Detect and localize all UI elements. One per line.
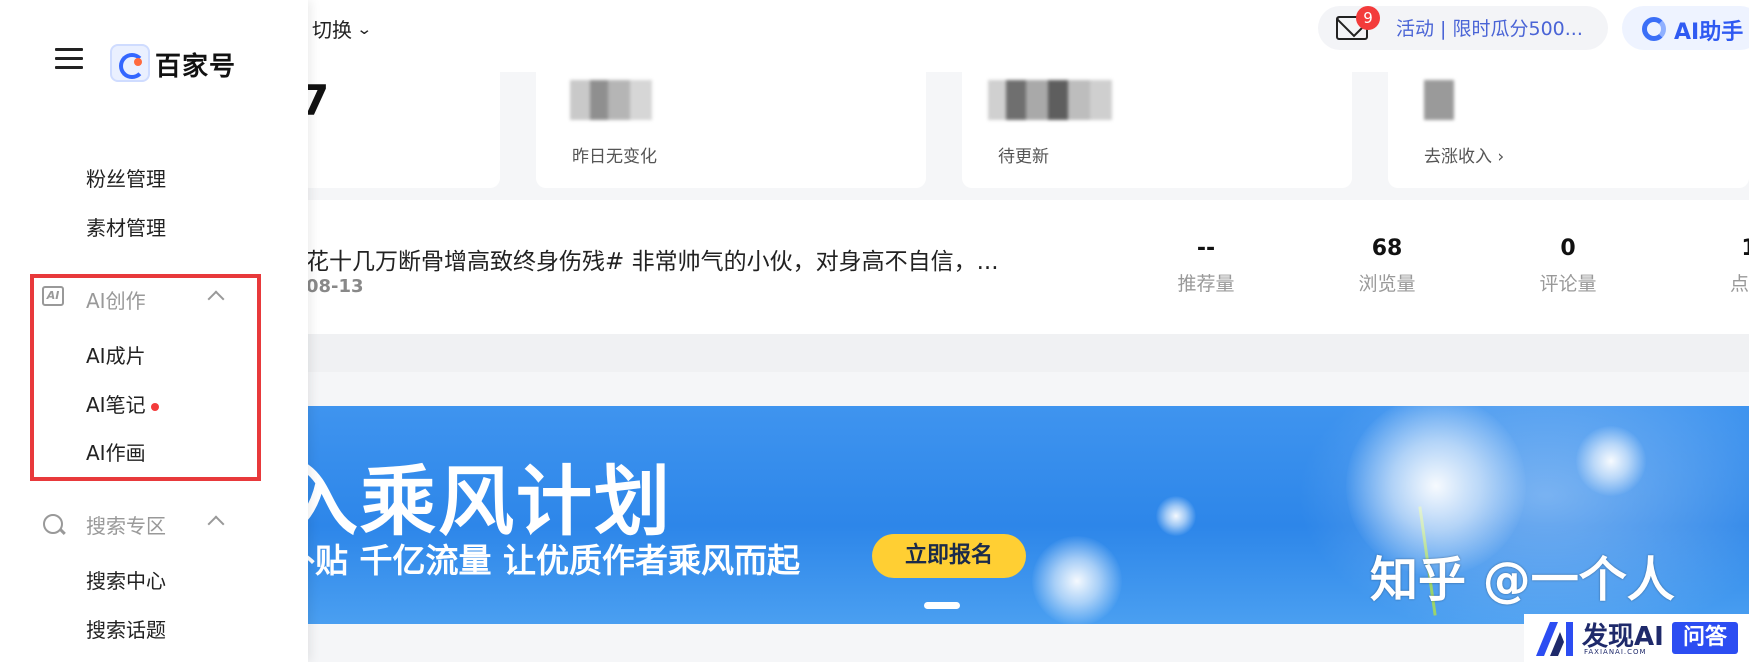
sidebar-item-fans[interactable]: 粉丝管理 <box>86 163 166 192</box>
stat-card-2: 昨日无变化 <box>536 72 926 188</box>
faxian-ai-logo-icon <box>1536 622 1573 656</box>
annotation-highlight-box <box>30 274 261 481</box>
metric-label: 推荐量 <box>1177 273 1235 295</box>
signup-button[interactable]: 立即报名 <box>872 534 1026 578</box>
article-date: 08-13 <box>306 276 364 297</box>
metric-label: 浏览量 <box>1358 273 1416 295</box>
metric-value: -- <box>1196 236 1216 261</box>
message-activity-pill[interactable]: 9 活动 | 限时瓜分500... <box>1318 6 1608 50</box>
logo-subtext: FAXIANAI.COM <box>1584 648 1647 656</box>
banner-subtitle: 补贴 千亿流量 让优质作者乘风而起 <box>282 541 800 580</box>
ai-assistant-button[interactable]: AI助手 <box>1622 6 1749 50</box>
ai-assistant-icon <box>1642 17 1666 41</box>
sidebar-group-search[interactable]: 搜索专区 <box>86 510 166 539</box>
blurred-value <box>570 80 652 120</box>
activity-link[interactable]: 活动 | 限时瓜分500... <box>1396 14 1583 41</box>
chevron-up-icon[interactable] <box>207 515 225 533</box>
stat-card-3: 待更新 <box>962 72 1352 188</box>
brand-name[interactable]: 百家号 <box>155 46 236 83</box>
notification-badge: 9 <box>1356 6 1380 30</box>
metric-label: 评论量 <box>1539 273 1597 295</box>
stat-card-1: 7 <box>300 72 500 188</box>
metric-comments: 0 评论量 <box>1508 236 1628 296</box>
stat-card-4: 去涨收入 › <box>1388 72 1749 188</box>
article-title[interactable]: 花十几万断骨增高致终身伤残# 非常帅气的小伙，对身高不自信，... <box>306 242 999 276</box>
metric-value: 0 <box>1560 236 1576 261</box>
stat-label: 昨日无变化 <box>572 147 657 167</box>
article-row[interactable]: 花十几万断骨增高致终身伤残# 非常帅气的小伙，对身高不自信，... 08-13 … <box>276 200 1749 334</box>
account-switch[interactable]: 切换 ⌄ <box>312 14 373 43</box>
sidebar-item-materials[interactable]: 素材管理 <box>86 212 166 241</box>
baijiahao-logo-icon[interactable] <box>110 44 150 82</box>
logo-qa-badge: 问答 <box>1672 622 1738 654</box>
metric-value: 1 <box>1689 236 1749 261</box>
sidebar-item-search-center[interactable]: 搜索中心 <box>86 565 166 594</box>
blurred-value <box>988 80 1112 120</box>
metric-value: 68 <box>1371 236 1403 261</box>
switch-label: 切换 <box>312 18 352 42</box>
metric-recommend: -- 推荐量 <box>1146 236 1266 296</box>
search-icon <box>43 514 63 534</box>
ai-assistant-label: AI助手 <box>1674 20 1744 45</box>
stat-label: 待更新 <box>998 147 1049 167</box>
divider-band <box>276 334 1749 372</box>
sidebar: 百家号 粉丝管理 素材管理 AI AI创作 AI成片 AI笔记 AI作画 搜索专… <box>0 0 308 662</box>
carousel-indicator[interactable] <box>924 602 960 609</box>
sidebar-item-search-topics[interactable]: 搜索话题 <box>86 614 166 643</box>
metric-likes: 1 点赞 <box>1689 236 1749 296</box>
metric-views: 68 浏览量 <box>1327 236 1447 296</box>
watermark-text: 知乎 @一个人 <box>1370 552 1675 608</box>
blurred-value <box>1424 80 1454 120</box>
hamburger-menu-icon[interactable] <box>55 48 83 70</box>
metric-label: 点赞 <box>1729 273 1749 295</box>
corner-logo: 发现AI FAXIANAI.COM 问答 <box>1524 614 1749 662</box>
chevron-down-icon: ⌄ <box>356 19 373 38</box>
income-link[interactable]: 去涨收入 › <box>1424 142 1504 167</box>
